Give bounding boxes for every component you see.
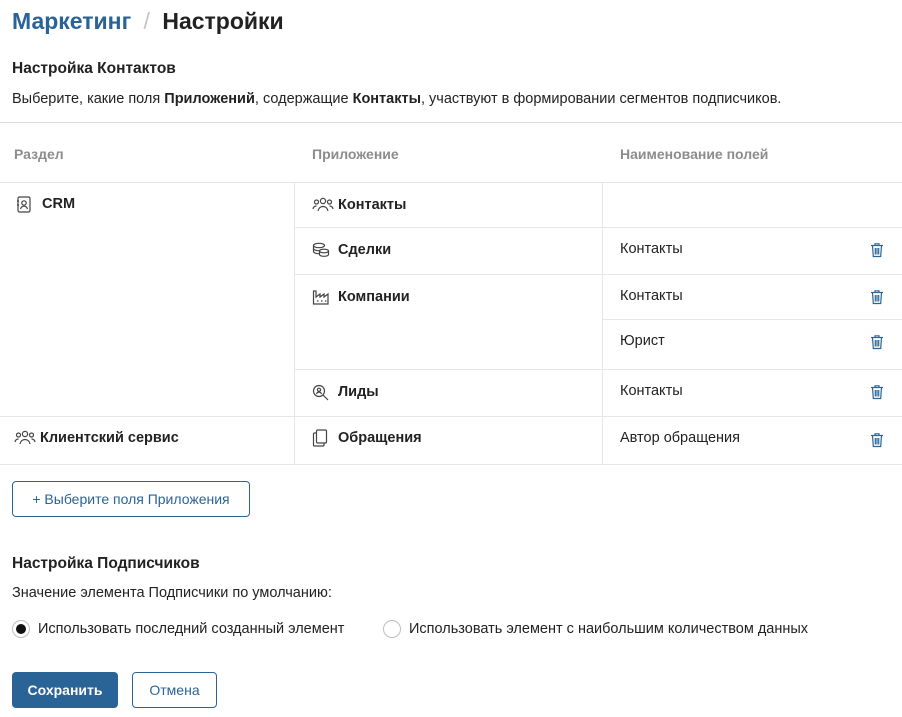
contacts-fields-table: Раздел Приложение Наименование полей CRM… [0, 122, 902, 465]
coins-icon [312, 241, 334, 259]
app-label: Обращения [338, 430, 422, 446]
field-name: Юрист [620, 333, 665, 349]
app-label: Компании [338, 289, 410, 305]
search-user-icon [312, 383, 334, 401]
desc-bold-apps: Приложений [164, 91, 255, 107]
users-group-icon [14, 429, 36, 447]
documents-icon [312, 429, 334, 447]
trash-icon[interactable] [868, 288, 886, 306]
contact-card-icon [16, 195, 38, 213]
column-divider [294, 182, 295, 465]
row-divider [602, 319, 902, 320]
column-header-section: Раздел [14, 146, 64, 162]
radio-label: Использовать последний созданный элемент [38, 621, 345, 637]
app-deals: Сделки [312, 241, 391, 259]
trash-icon[interactable] [868, 431, 886, 449]
row-divider [294, 227, 902, 228]
app-requests: Обращения [312, 429, 422, 447]
breadcrumb: Маркетинг / Настройки [12, 8, 284, 35]
app-contacts: Контакты [312, 196, 406, 214]
radio-button[interactable] [383, 620, 401, 638]
desc-text: , участвуют в формировании сегментов под… [420, 91, 782, 107]
app-leads: Лиды [312, 383, 379, 401]
field-name: Контакты [620, 383, 683, 399]
row-divider [0, 464, 902, 465]
add-app-fields-button[interactable]: + Выберите поля Приложения [12, 481, 250, 517]
app-label: Сделки [338, 242, 392, 258]
trash-icon[interactable] [868, 383, 886, 401]
radio-option-last-created[interactable]: Использовать последний созданный элемент [12, 620, 344, 638]
column-header-field-names: Наименование полей [620, 146, 769, 162]
contacts-section-title: Настройка Контактов [12, 60, 176, 77]
app-label: Лиды [338, 384, 379, 400]
radio-label: Использовать элемент с наибольшим количе… [409, 621, 809, 637]
page-title: Настройки [162, 8, 284, 34]
save-button[interactable]: Сохранить [12, 672, 118, 708]
section-label: CRM [42, 196, 76, 212]
desc-text: , содержащие [254, 91, 353, 107]
column-divider [602, 182, 603, 465]
field-name: Автор обращения [620, 430, 740, 446]
desc-bold-contacts: Контакты [352, 91, 421, 107]
row-divider [294, 369, 902, 370]
trash-icon[interactable] [868, 333, 886, 351]
app-label: Контакты [338, 197, 407, 213]
factory-icon [312, 288, 334, 306]
trash-icon[interactable] [868, 241, 886, 259]
app-companies: Компании [312, 288, 410, 306]
row-divider [294, 274, 902, 275]
radio-option-most-data[interactable]: Использовать элемент с наибольшим количе… [383, 620, 808, 638]
field-name: Контакты [620, 288, 683, 304]
users-group-icon [312, 196, 334, 214]
section-crm: CRM [16, 195, 75, 213]
field-name: Контакты [620, 241, 683, 257]
column-header-application: Приложение [312, 146, 399, 162]
section-label: Клиентский сервис [40, 430, 179, 446]
contacts-section-description: Выберите, какие поля Приложений, содержа… [12, 91, 781, 107]
desc-text: Выберите, какие поля [12, 91, 165, 107]
section-client-service: Клиентский сервис [14, 429, 179, 447]
subscribers-default-label: Значение элемента Подписчики по умолчани… [12, 585, 332, 601]
breadcrumb-separator: / [143, 8, 150, 34]
row-divider [0, 416, 902, 417]
breadcrumb-marketing-link[interactable]: Маркетинг [12, 8, 131, 34]
cancel-button[interactable]: Отмена [132, 672, 217, 708]
row-divider [0, 182, 902, 183]
subscribers-section-title: Настройка Подписчиков [12, 555, 200, 572]
radio-button-selected[interactable] [12, 620, 30, 638]
